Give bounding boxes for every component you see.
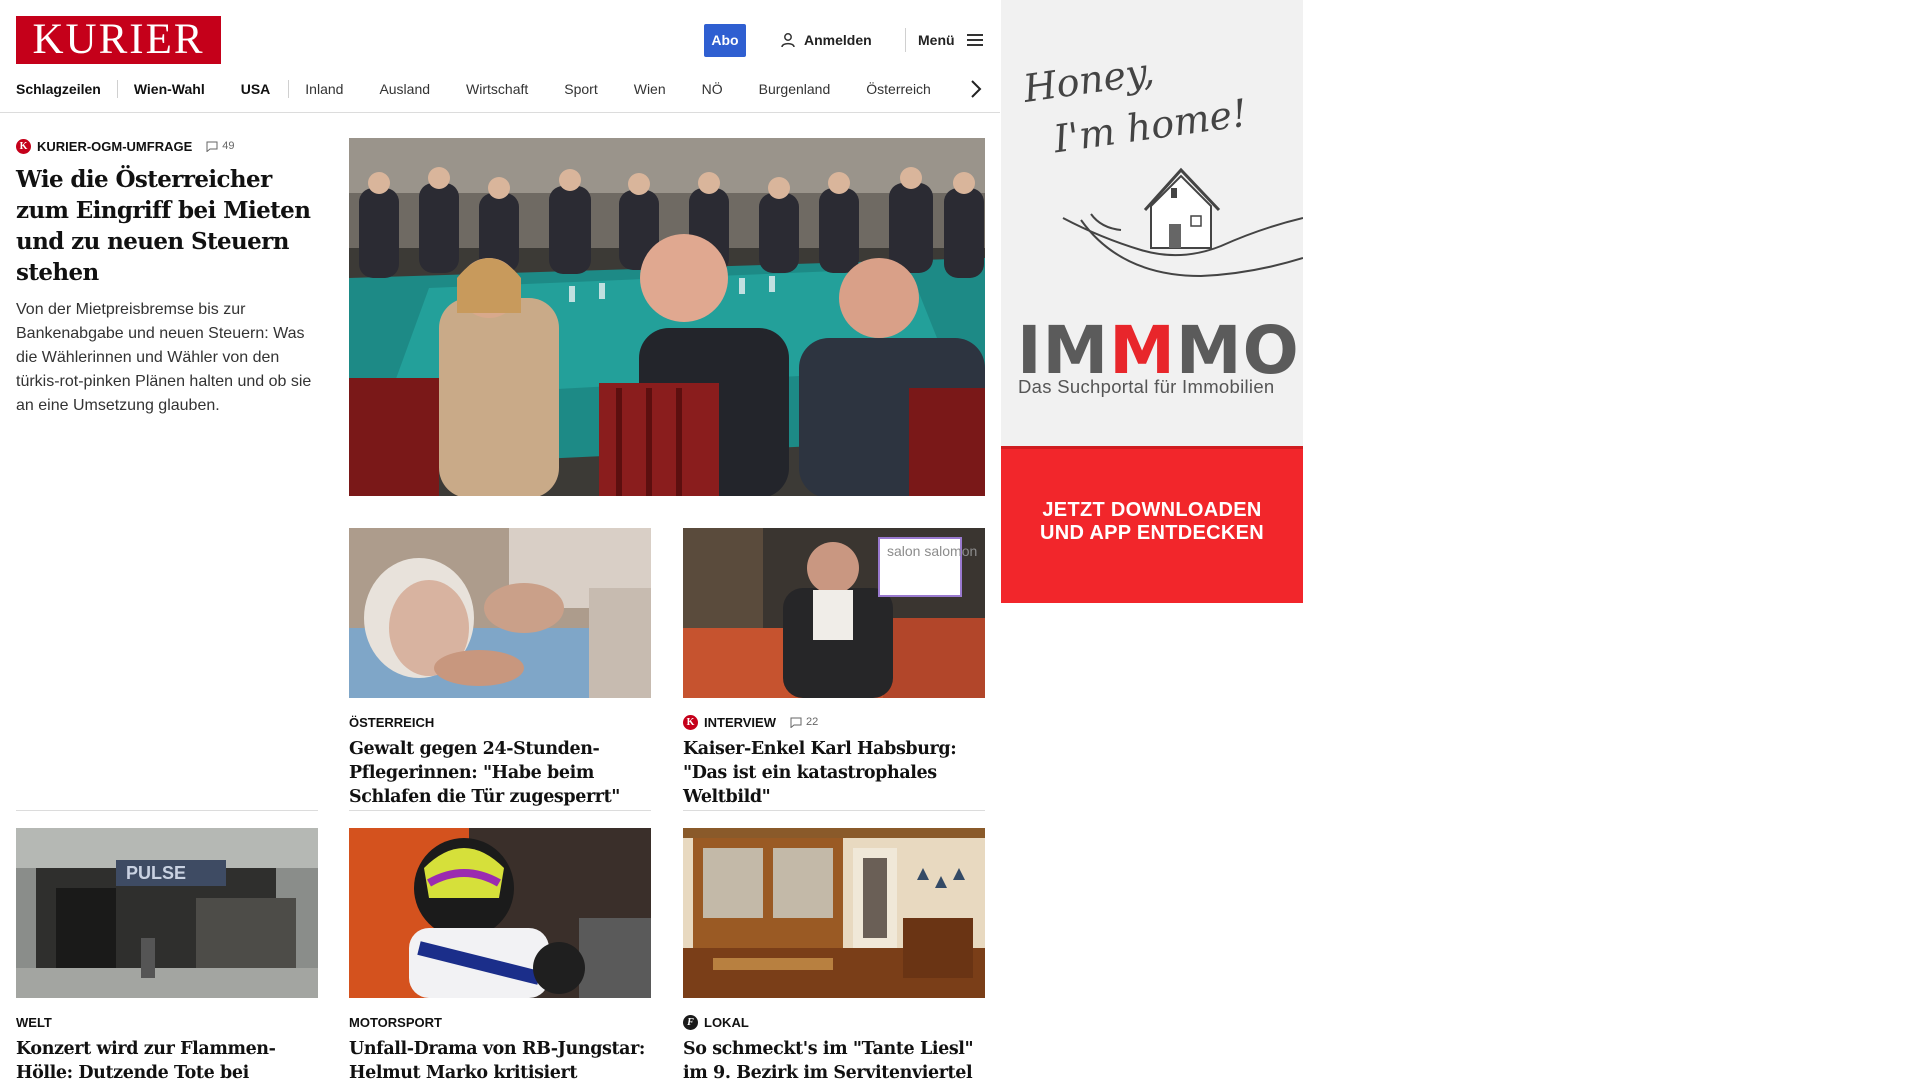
nav-item-wien[interactable]: Wien bbox=[634, 81, 666, 97]
article-card[interactable]: PULSE WELT Konzert wird zur Flammen-Höll… bbox=[16, 828, 318, 1080]
nav-item-inland[interactable]: Inland bbox=[305, 81, 343, 97]
ad-cta-line-1: JETZT DOWNLOADEN bbox=[1042, 499, 1262, 521]
article-headline[interactable]: Gewalt gegen 24-Stunden-Pflegerinnen: "H… bbox=[349, 737, 651, 809]
nav-divider bbox=[288, 80, 290, 98]
lokal-icon: f bbox=[683, 1014, 698, 1030]
site-header: KURIER Abo Anmelden Menü Schlagzeilen Wi… bbox=[0, 0, 1000, 113]
lead-kicker-label: KURIER-OGM-UMFRAGE bbox=[37, 138, 193, 154]
lead-story[interactable]: K KURIER-OGM-UMFRAGE 49 Wie die Österrei… bbox=[16, 138, 316, 418]
menu-label: Menü bbox=[918, 32, 955, 48]
article-comments[interactable]: 22 bbox=[790, 716, 818, 728]
immmo-tagline: Das Suchportal für Immobilien bbox=[1018, 376, 1275, 397]
lead-comments[interactable]: 49 bbox=[206, 140, 235, 152]
comment-icon bbox=[790, 717, 802, 728]
menu-button[interactable]: Menü bbox=[918, 30, 983, 50]
nav-item-oesterreich[interactable]: Österreich bbox=[866, 81, 931, 97]
nav-divider bbox=[116, 80, 118, 98]
section-divider bbox=[683, 810, 985, 811]
ad-cta-label: JETZT DOWNLOADEN UND APP ENTDECKEN bbox=[1001, 499, 1303, 545]
lead-headline[interactable]: Wie die Österreicher zum Eingriff bei Mi… bbox=[16, 164, 316, 288]
nav-item-noe[interactable]: NÖ bbox=[702, 81, 723, 97]
nav-item-usa[interactable]: USA bbox=[241, 81, 271, 97]
ad-script-line-1: Honey, bbox=[1020, 49, 1157, 111]
section-divider bbox=[349, 810, 651, 811]
immmo-advertisement[interactable]: Honey, I'm home! IMMMO Das Suchportal fü… bbox=[1001, 0, 1303, 603]
article-photo[interactable]: PULSE bbox=[16, 828, 318, 998]
house-in-hand-icon bbox=[1062, 167, 1303, 278]
lead-teaser: Von der Mietpreisbremse bis zur Bankenab… bbox=[16, 301, 312, 414]
kurier-k-icon: K bbox=[683, 714, 698, 730]
nav-item-wien-wahl[interactable]: Wien-Wahl bbox=[134, 81, 205, 97]
lead-photo-graphic bbox=[349, 138, 985, 496]
section-nav: Schlagzeilen Wien-Wahl USA Inland Auslan… bbox=[16, 79, 967, 99]
nav-item-burgenland[interactable]: Burgenland bbox=[759, 81, 831, 97]
article-kicker-label: LOKAL bbox=[704, 1014, 749, 1030]
login-label: Anmelden bbox=[804, 32, 872, 48]
abo-button[interactable]: Abo bbox=[704, 24, 746, 57]
kurier-k-icon: K bbox=[16, 138, 31, 154]
user-icon bbox=[781, 33, 795, 48]
article-card[interactable]: f LOKAL So schmeckt's im "Tante Liesl" i… bbox=[683, 828, 985, 1080]
article-card[interactable]: ÖSTERREICH Gewalt gegen 24-Stunden-Pfleg… bbox=[349, 528, 651, 809]
lead-comments-count: 49 bbox=[222, 140, 235, 152]
nav-item-ausland[interactable]: Ausland bbox=[379, 81, 430, 97]
lead-photo[interactable] bbox=[349, 138, 985, 496]
pulse-sign-text: PULSE bbox=[126, 863, 186, 883]
nav-item-wirtschaft[interactable]: Wirtschaft bbox=[466, 81, 528, 97]
article-comments-count: 22 bbox=[806, 716, 819, 728]
article-kicker: ÖSTERREICH bbox=[349, 714, 435, 730]
chevron-right-icon[interactable] bbox=[966, 78, 986, 100]
article-kicker: f LOKAL bbox=[683, 1014, 985, 1030]
header-divider bbox=[905, 28, 906, 52]
article-kicker: K INTERVIEW 22 bbox=[683, 714, 985, 730]
article-photo-graphic bbox=[349, 528, 651, 698]
kurier-logo[interactable]: KURIER bbox=[16, 16, 221, 64]
login-button[interactable]: Anmelden bbox=[780, 30, 872, 50]
article-photo-graphic bbox=[683, 828, 985, 998]
article-photo[interactable] bbox=[683, 828, 985, 998]
article-kicker: MOTORSPORT bbox=[349, 1014, 442, 1030]
article-kicker-label: INTERVIEW bbox=[704, 714, 776, 730]
ad-cta-button[interactable]: JETZT DOWNLOADEN UND APP ENTDECKEN bbox=[1001, 446, 1303, 603]
article-photo-graphic: PULSE bbox=[16, 828, 318, 998]
comment-icon bbox=[206, 141, 218, 152]
article-photo[interactable] bbox=[349, 528, 651, 698]
article-photo-graphic bbox=[349, 828, 651, 998]
article-card[interactable]: MOTORSPORT Unfall-Drama von RB-Jungstar:… bbox=[349, 828, 651, 1080]
article-headline[interactable]: Unfall-Drama von RB-Jungstar: Helmut Mar… bbox=[349, 1037, 651, 1080]
article-headline[interactable]: Konzert wird zur Flammen-Hölle: Dutzende… bbox=[16, 1037, 318, 1080]
nav-item-schlagzeilen[interactable]: Schlagzeilen bbox=[16, 81, 101, 97]
ad-cta-line-2: UND APP ENTDECKEN bbox=[1039, 522, 1265, 544]
hamburger-icon bbox=[966, 33, 983, 47]
article-headline[interactable]: Kaiser-Enkel Karl Habsburg: "Das ist ein… bbox=[683, 737, 985, 809]
news-column: KURIER Abo Anmelden Menü Schlagzeilen Wi… bbox=[0, 0, 1000, 1080]
article-photo[interactable]: salon salomon bbox=[683, 528, 985, 698]
article-headline[interactable]: So schmeckt's im "Tante Liesl" im 9. Bez… bbox=[683, 1037, 985, 1080]
article-photo[interactable] bbox=[349, 828, 651, 998]
article-photo-graphic: salon salomon bbox=[683, 528, 985, 698]
lead-kicker: K KURIER-OGM-UMFRAGE 49 bbox=[16, 138, 316, 154]
nav-item-sport[interactable]: Sport bbox=[564, 81, 597, 97]
salon-salomon-badge-text: salon salomon bbox=[887, 543, 977, 559]
article-card[interactable]: salon salomon K INTERVIEW 22 Kaiser-Enke… bbox=[683, 528, 985, 809]
article-kicker: WELT bbox=[16, 1014, 52, 1030]
section-divider bbox=[16, 810, 318, 811]
